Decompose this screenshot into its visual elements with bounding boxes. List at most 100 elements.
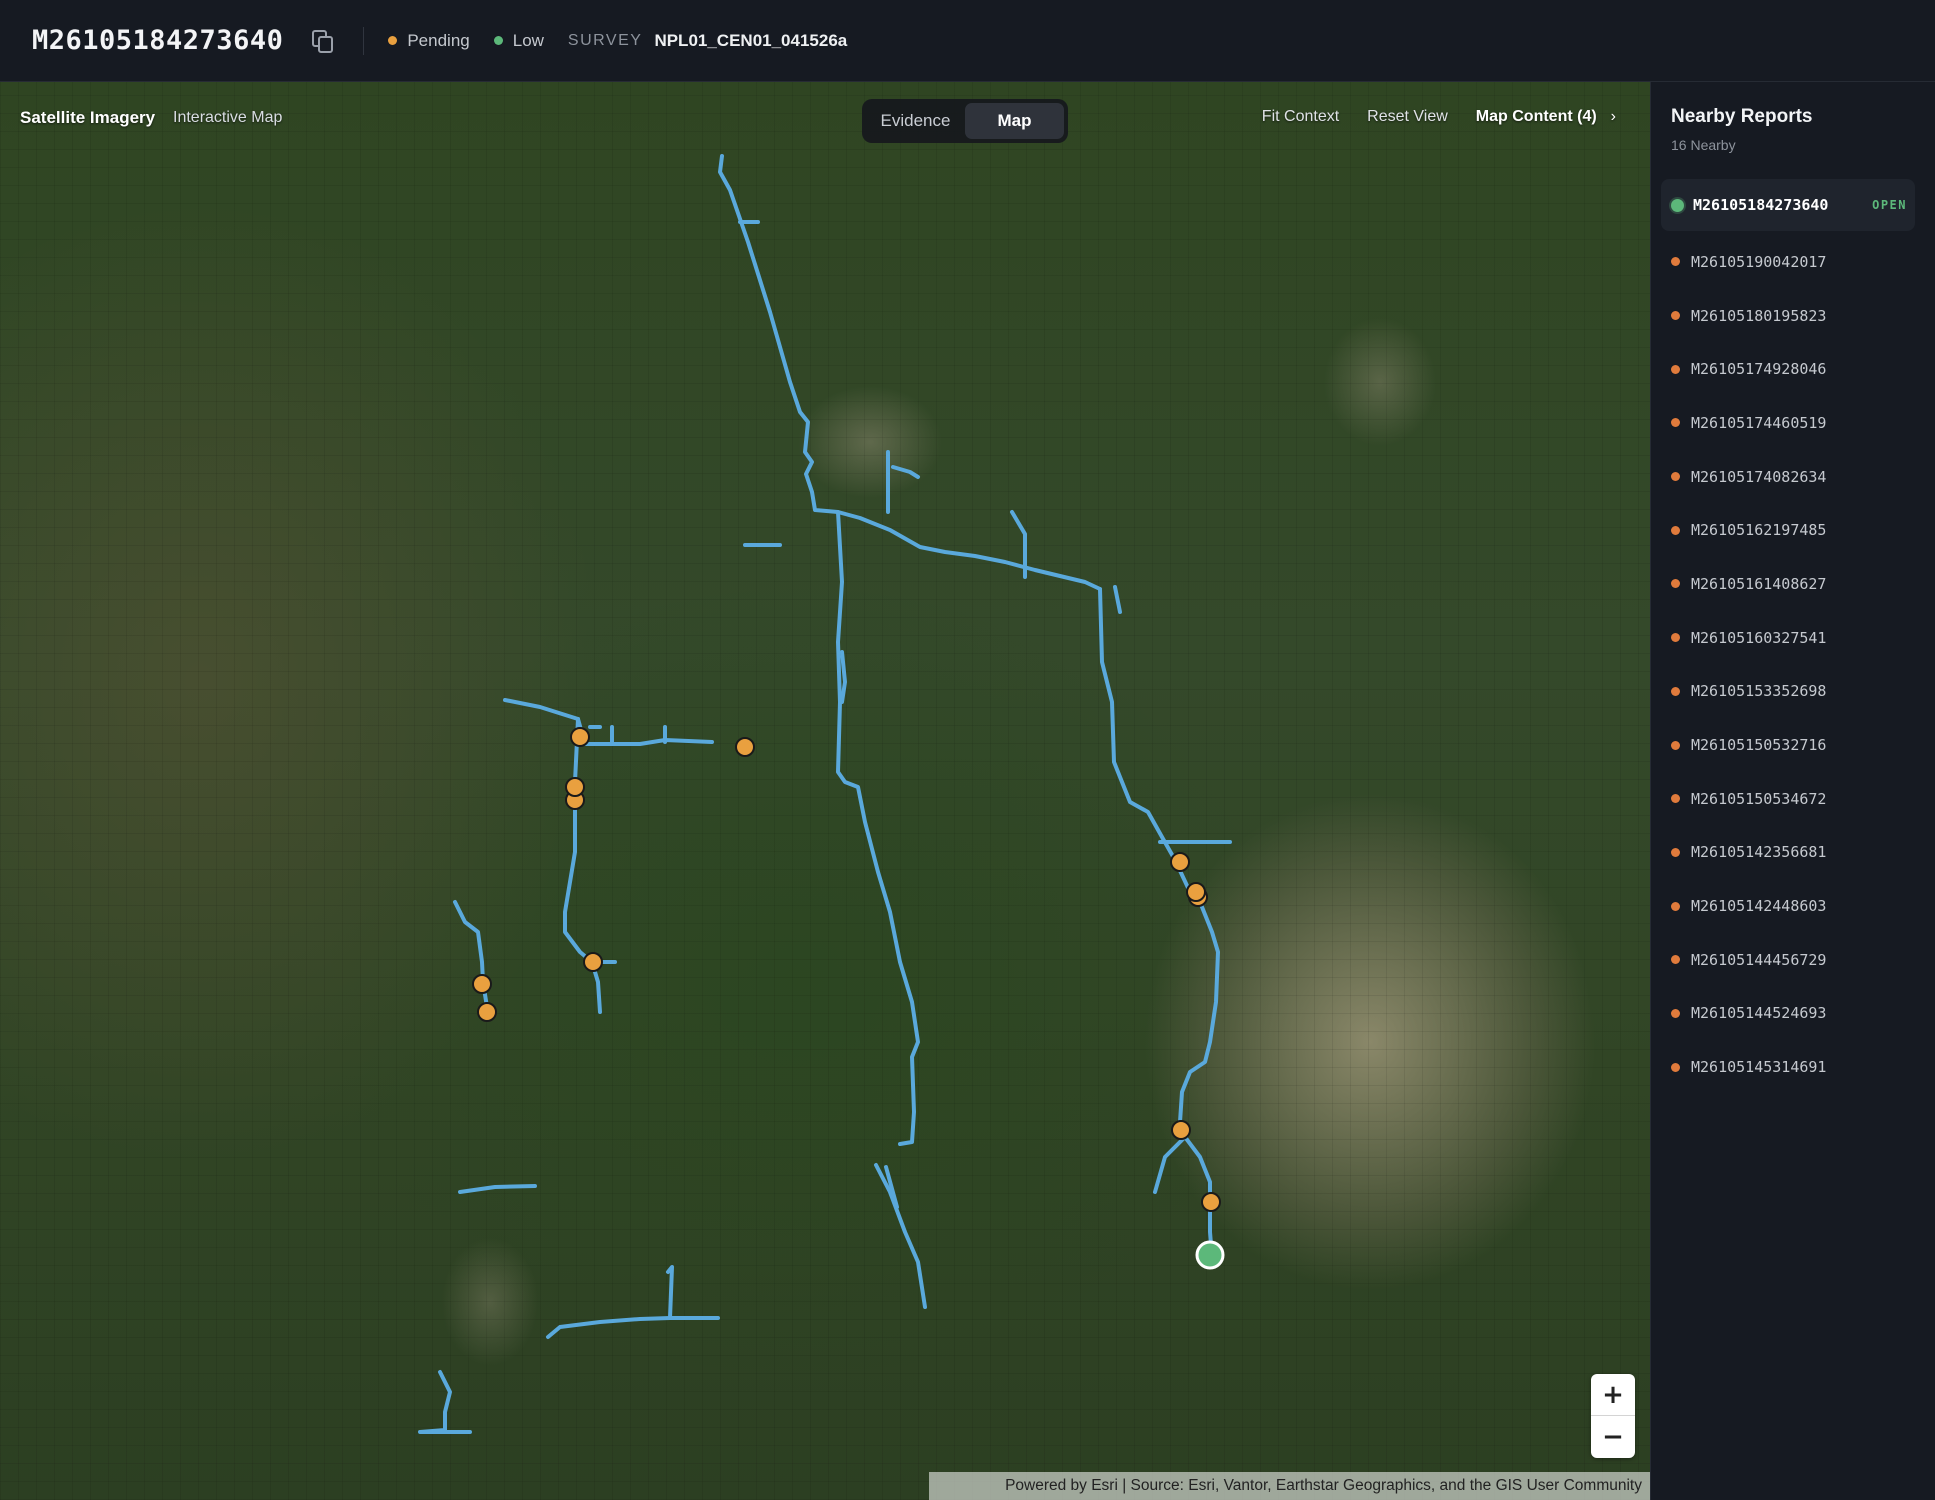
priority-label: Low xyxy=(512,30,544,50)
nearby-report-item[interactable]: M26105162197485 xyxy=(1661,503,1915,557)
open-badge: OPEN xyxy=(1872,198,1907,212)
nearby-count: 16 Nearby xyxy=(1671,137,1736,153)
nearby-report-item[interactable]: M26105144456729 xyxy=(1661,933,1915,987)
nearby-report-id: M26105160327541 xyxy=(1691,628,1827,647)
tab-map[interactable]: Map xyxy=(965,103,1064,139)
report-dot-icon xyxy=(1671,847,1680,857)
priority-dot-icon xyxy=(493,36,503,45)
pipeline-route xyxy=(1153,1135,1187,1194)
nearby-report-id: M26105174460519 xyxy=(1691,413,1827,432)
pipeline-route xyxy=(1098,587,1220,1259)
copy-icon[interactable] xyxy=(309,28,335,54)
header-divider xyxy=(363,26,365,55)
report-markers xyxy=(472,727,1221,1212)
report-marker xyxy=(735,737,755,757)
report-marker xyxy=(570,727,590,747)
nearby-report-id: M26105174928046 xyxy=(1691,360,1827,379)
map-title: Satellite Imagery xyxy=(20,108,156,127)
pipeline-route xyxy=(503,698,580,721)
zoom-out-button[interactable]: − xyxy=(1591,1416,1635,1458)
zoom-in-button[interactable]: + xyxy=(1591,1374,1635,1416)
nearby-report-item[interactable]: M26105174082634 xyxy=(1661,450,1915,504)
pipeline-route xyxy=(666,1265,674,1320)
survey-value: NPL01_CEN01_041526a xyxy=(654,30,848,50)
pipeline-route xyxy=(718,154,1102,591)
satellite-map[interactable]: Satellite Imagery Interactive Map Eviden… xyxy=(0,82,1650,1500)
report-dot-icon xyxy=(1671,525,1680,535)
report-dot-icon xyxy=(1671,311,1680,321)
nearby-report-item[interactable]: M26105153352698 xyxy=(1661,665,1915,719)
nearby-report-id: M26105142448603 xyxy=(1691,897,1827,916)
report-dot-icon xyxy=(1671,901,1680,911)
nearby-report-id: M26105150534672 xyxy=(1691,789,1827,808)
nearby-report-item[interactable]: M26105145314691 xyxy=(1661,1040,1915,1094)
report-marker xyxy=(565,777,585,797)
nearby-report-item[interactable]: M26105190042017 xyxy=(1661,235,1915,289)
report-dot-icon xyxy=(1671,955,1680,965)
nearby-report-id: M26105142356681 xyxy=(1691,843,1827,862)
report-dot-icon xyxy=(1671,1062,1680,1072)
report-dot-icon xyxy=(1671,364,1680,374)
nearby-report-id: M26105161408627 xyxy=(1691,574,1827,593)
map-attribution: Powered by Esri | Source: Esri, Vantor, … xyxy=(929,1472,1650,1500)
report-dot-icon xyxy=(1671,579,1680,589)
fit-context-button[interactable]: Fit Context xyxy=(1262,108,1339,126)
pipeline-route xyxy=(874,1163,927,1309)
nearby-report-id: M26105162197485 xyxy=(1691,521,1827,540)
status-dot-icon xyxy=(388,36,398,45)
survey-label: SURVEY xyxy=(567,31,643,49)
report-marker xyxy=(1186,882,1206,902)
map-content-button[interactable]: Map Content (4) xyxy=(1476,108,1597,126)
nearby-report-list: M26105184273640 OPEN M26105190042017 M26105… xyxy=(1661,179,1915,1094)
pipeline-route xyxy=(458,1184,537,1194)
nearby-report-item[interactable]: M26105180195823 xyxy=(1661,289,1915,343)
report-marker xyxy=(1170,852,1190,872)
nearby-report-item[interactable]: M26105161408627 xyxy=(1661,557,1915,611)
nearby-report-id: M26105180195823 xyxy=(1691,306,1827,325)
pipeline-routes xyxy=(418,154,1232,1434)
nearby-report-item[interactable]: M26105150532716 xyxy=(1661,718,1915,772)
nearby-report-id: M26105144456729 xyxy=(1691,950,1827,969)
chevron-right-icon[interactable]: › xyxy=(1611,108,1616,126)
view-toggle: Evidence Map xyxy=(862,99,1068,143)
report-dot-icon xyxy=(1671,472,1680,482)
status-badge: Pending xyxy=(388,30,470,51)
report-dot-icon xyxy=(1671,1008,1680,1018)
report-marker xyxy=(472,974,492,994)
nearby-report-id: M26105150532716 xyxy=(1691,736,1827,755)
nearby-report-id: M26105153352698 xyxy=(1691,682,1827,701)
nearby-report-item[interactable]: M26105174460519 xyxy=(1661,396,1915,450)
report-dot-icon xyxy=(1671,686,1680,696)
map-overlay xyxy=(418,154,1232,1434)
report-marker xyxy=(583,952,603,972)
nearby-report-item[interactable]: M26105160327541 xyxy=(1661,611,1915,665)
report-header: M26105184273640 Pending Low SURVEY NPL01… xyxy=(0,0,1935,82)
tab-evidence[interactable]: Evidence xyxy=(866,103,965,139)
nearby-report-item[interactable]: M26105184273640 OPEN xyxy=(1661,179,1915,231)
pipeline-route xyxy=(546,1316,720,1339)
status-label: Pending xyxy=(407,30,470,50)
report-dot-icon xyxy=(1671,740,1680,750)
selected-report-marker xyxy=(1195,1240,1225,1270)
nearby-report-id: M26105190042017 xyxy=(1691,252,1827,271)
pipeline-route xyxy=(891,465,920,479)
nearby-report-item[interactable]: M26105174928046 xyxy=(1661,342,1915,396)
report-dot-icon xyxy=(1671,633,1680,643)
zoom-control: + − xyxy=(1591,1374,1635,1458)
nearby-report-item[interactable]: M26105142448603 xyxy=(1661,879,1915,933)
reset-view-button[interactable]: Reset View xyxy=(1367,108,1448,126)
report-dot-icon xyxy=(1671,418,1680,428)
pipeline-route xyxy=(840,650,847,704)
nearby-report-item[interactable]: M26105142356681 xyxy=(1661,826,1915,880)
priority-badge: Low xyxy=(493,30,544,51)
pipeline-route xyxy=(418,1370,472,1434)
report-marker xyxy=(1201,1192,1221,1212)
nearby-report-id: M26105145314691 xyxy=(1691,1058,1827,1077)
report-dot-icon xyxy=(1671,794,1680,804)
nearby-report-item[interactable]: M26105144524693 xyxy=(1661,987,1915,1041)
pipeline-route xyxy=(1113,585,1122,614)
nearby-reports-panel: Nearby Reports 16 Nearby M26105184273640… xyxy=(1650,82,1935,1500)
panel-title: Nearby Reports xyxy=(1671,106,1813,127)
nearby-report-item[interactable]: M26105150534672 xyxy=(1661,772,1915,826)
nearby-report-id: M26105184273640 xyxy=(1693,196,1829,214)
